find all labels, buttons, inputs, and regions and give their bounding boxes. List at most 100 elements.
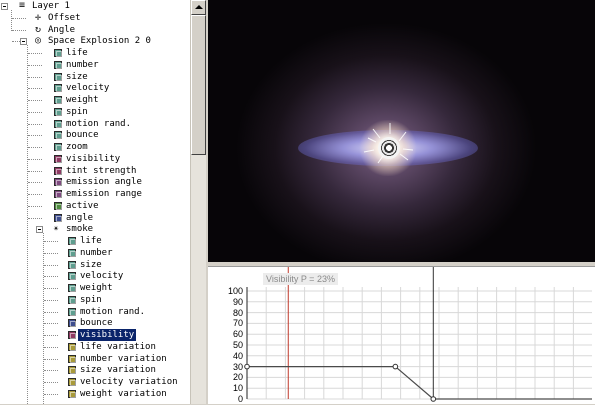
param-icon [68, 307, 76, 316]
param-icon [54, 131, 62, 140]
tree-item-label: size [80, 259, 102, 270]
tree-item-label: life [80, 236, 102, 246]
tree-item-label: Offset [48, 12, 81, 23]
tree-row[interactable]: ✛ Offset [0, 12, 190, 24]
tree-row[interactable]: velocity [0, 82, 190, 94]
tree-item-label: weight variation [80, 388, 167, 399]
move-icon: ✛ [35, 11, 42, 23]
y-tick-label: 20 [232, 372, 243, 383]
tree-row[interactable]: spin [0, 294, 190, 306]
tree-item-label: number variation [80, 353, 167, 364]
tree-row[interactable]: life variation [0, 341, 190, 353]
y-tick-label: 50 [232, 340, 243, 350]
tree-scrollbar[interactable] [190, 0, 206, 404]
param-icon [68, 272, 76, 281]
tree-item-label: number [66, 59, 99, 70]
tree-row[interactable]: angle [0, 212, 190, 224]
curve-control-point [244, 363, 250, 370]
target-icon: ◎ [35, 35, 42, 47]
curve-control-point [430, 396, 437, 402]
tree-row[interactable]: weight [0, 282, 190, 294]
tree-item-label: velocity [66, 83, 110, 94]
param-icon [54, 72, 62, 81]
param-icon [68, 389, 76, 398]
param-icon [54, 107, 62, 116]
param-icon [68, 237, 76, 245]
tree-row[interactable]: life [0, 47, 190, 59]
rotate-icon: ↻ [35, 23, 42, 35]
layer-tree-panel: ≡ Layer 1 ✛ Offset ↻ Angle ◎ Space Explosion 2 … [0, 0, 190, 404]
tree-row[interactable]: weight variation [0, 388, 190, 400]
param-icon [54, 119, 62, 128]
param-icon [68, 378, 76, 386]
param-icon [54, 178, 62, 187]
render-preview[interactable] [208, 0, 595, 262]
tree-row[interactable]: tint strength [0, 165, 190, 177]
tree-expander-icon[interactable] [36, 226, 43, 234]
tree-row[interactable]: visibility [0, 329, 190, 341]
tree-row[interactable]: size variation [0, 364, 190, 376]
tree-item-label: number [80, 247, 113, 258]
tree-row[interactable]: visibility [0, 153, 190, 165]
y-tick-label: 80 [232, 307, 243, 318]
tree-item-label: motion rand. [66, 118, 132, 129]
tree-row[interactable]: motion rand. [0, 118, 190, 130]
tree-item-label: visibility [66, 153, 121, 164]
tree-row[interactable]: ≡ Layer 1 [0, 0, 190, 12]
y-tick-label: 100 [228, 286, 244, 296]
tree-item-label: weight [66, 95, 99, 105]
tree-row[interactable]: spin [0, 106, 190, 118]
param-icon [68, 248, 76, 257]
tree-row[interactable]: ◎ Space Explosion 2 0 [0, 35, 190, 47]
y-tick-label: 0 [237, 394, 243, 404]
param-icon [54, 84, 62, 93]
param-icon [54, 190, 62, 198]
tree-item-label: emission angle [66, 177, 142, 188]
tree-expander-icon[interactable] [1, 3, 8, 10]
curve-control-point [392, 363, 399, 370]
tree-item-label: velocity [80, 271, 124, 282]
param-icon [68, 284, 76, 292]
tree-row[interactable]: bounce [0, 317, 190, 329]
param-icon [68, 354, 76, 363]
tree-item-label: velocity variation [80, 377, 178, 387]
tree-row[interactable]: velocity [0, 270, 190, 282]
tree-row[interactable]: weight [0, 94, 190, 106]
param-icon [54, 96, 62, 104]
y-tick-label: 40 [232, 350, 243, 361]
spark-particles [363, 123, 414, 164]
tree-item-label: zoom [66, 142, 88, 152]
param-icon [54, 166, 62, 175]
curve-editor[interactable]: Visibility P = 23% 100 90 80 70 60 50 40 30 20 10… [208, 266, 595, 404]
tree-row[interactable]: motion rand. [0, 306, 190, 318]
tree-row[interactable]: life [0, 235, 190, 247]
tree-row[interactable]: emission range [0, 188, 190, 200]
tree-row[interactable]: velocity variation [0, 376, 190, 388]
tree-row[interactable]: zoom [0, 141, 190, 153]
tree-item-label: life variation [80, 341, 156, 352]
curve-graph[interactable] [208, 267, 595, 405]
tree-row[interactable]: number [0, 247, 190, 259]
tree-item-label: motion rand. [80, 306, 146, 317]
tree-item-label: angle [66, 212, 94, 223]
y-tick-label: 90 [232, 296, 243, 307]
tree-row[interactable]: size [0, 71, 190, 83]
tree-item-label: visibility [78, 329, 137, 341]
tree-row[interactable]: emission angle [0, 176, 190, 188]
tree-row[interactable]: number variation [0, 353, 190, 365]
tree-item-label: size variation [80, 365, 156, 376]
scroll-up-button[interactable] [191, 0, 206, 15]
tree-item-label: spin [66, 106, 88, 117]
scroll-thumb[interactable] [191, 15, 206, 155]
tree-expander-icon[interactable] [20, 38, 27, 46]
tree-row[interactable]: size [0, 259, 190, 271]
tree-row[interactable]: active [0, 200, 190, 212]
tree-row[interactable]: number [0, 59, 190, 71]
param-icon [54, 143, 62, 151]
tree-row[interactable]: ✴ smoke [0, 223, 190, 235]
tree-row[interactable]: bounce [0, 129, 190, 141]
tree-row[interactable]: ↻ Angle [0, 24, 190, 36]
param-icon [68, 366, 76, 375]
param-icon [68, 295, 76, 304]
y-tick-label: 30 [232, 361, 243, 372]
